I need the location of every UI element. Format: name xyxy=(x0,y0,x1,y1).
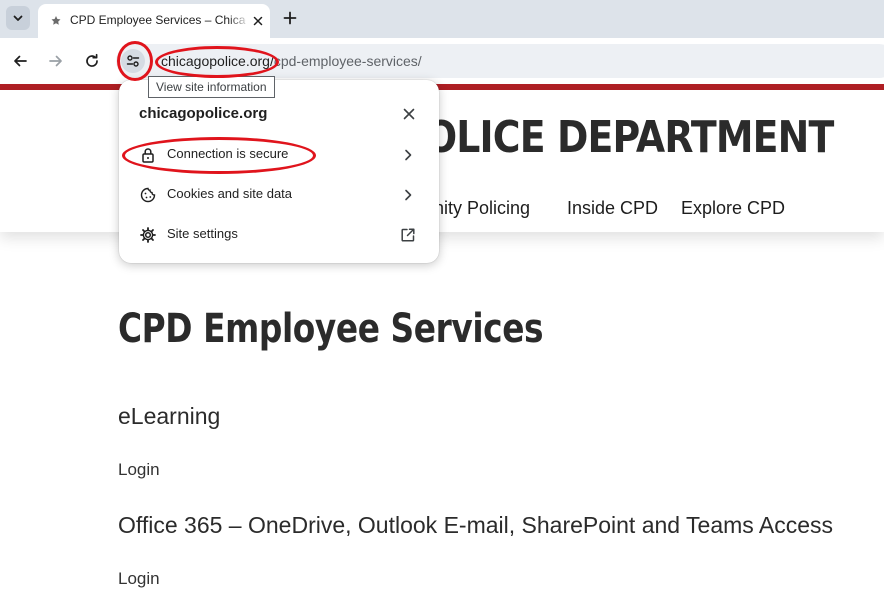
new-tab-button[interactable] xyxy=(280,8,300,28)
site-settings-label: Site settings xyxy=(167,226,238,241)
elearning-login-link[interactable]: Login xyxy=(118,460,160,480)
site-info-tooltip: View site information xyxy=(148,76,275,98)
tab-search-button[interactable] xyxy=(6,6,30,30)
url-host: chicagopolice.org/ xyxy=(161,53,274,69)
lock-icon xyxy=(139,146,157,164)
site-info-popup: chicagopolice.org Connection is secure C… xyxy=(119,80,439,263)
address-bar[interactable]: chicagopolice.org/cpd-employee-services/ xyxy=(116,44,884,78)
active-tab[interactable]: CPD Employee Services – Chicago Police D… xyxy=(38,4,270,38)
connection-secure-label: Connection is secure xyxy=(167,146,289,161)
open-external-icon xyxy=(399,226,417,244)
chevron-right-icon xyxy=(399,186,417,204)
forward-button[interactable] xyxy=(44,49,68,73)
section-heading-elearning: eLearning xyxy=(118,403,221,429)
cookies-site-data-item[interactable]: Cookies and site data xyxy=(119,175,439,215)
site-title[interactable]: OLICE DEPARTMENT xyxy=(425,112,834,163)
chevron-right-icon xyxy=(399,146,417,164)
tab-title-fade xyxy=(228,10,250,30)
gear-icon xyxy=(139,226,157,244)
office365-login-link[interactable]: Login xyxy=(118,569,160,589)
back-button[interactable] xyxy=(8,49,32,73)
nav-item-inside-cpd[interactable]: Inside CPD xyxy=(567,198,658,219)
url-text[interactable]: chicagopolice.org/cpd-employee-services/ xyxy=(161,53,422,69)
site-settings-item[interactable]: Site settings xyxy=(119,215,439,255)
chevron-down-icon xyxy=(13,15,23,21)
arrow-left-icon xyxy=(14,55,27,67)
connection-secure-item[interactable]: Connection is secure xyxy=(119,135,439,175)
tune-icon xyxy=(126,55,140,67)
tab-title: CPD Employee Services – Chicago Police D… xyxy=(70,13,246,27)
plus-icon xyxy=(283,11,297,25)
cookies-site-data-label: Cookies and site data xyxy=(167,186,293,201)
section-heading-office365: Office 365 – OneDrive, Outlook E-mail, S… xyxy=(118,512,834,538)
reload-icon xyxy=(86,53,98,67)
reload-button[interactable] xyxy=(80,49,104,73)
badge-favicon-icon xyxy=(51,16,61,25)
cookie-icon xyxy=(139,186,157,204)
url-path: cpd-employee-services/ xyxy=(273,53,422,69)
tab-close-button[interactable] xyxy=(250,13,266,29)
site-info-button[interactable] xyxy=(121,49,145,73)
toolbar: chicagopolice.org/cpd-employee-services/ xyxy=(0,38,884,84)
browser-window: CPD Employee Services – Chicago Police D… xyxy=(0,0,884,613)
close-icon xyxy=(253,16,263,26)
nav-item-explore-cpd[interactable]: Explore CPD xyxy=(681,198,785,219)
nav-item-community-policing[interactable]: unity Policing xyxy=(424,198,530,219)
popup-domain: chicagopolice.org xyxy=(139,105,268,122)
popup-close-button[interactable] xyxy=(399,104,419,124)
page-title: CPD Employee Services xyxy=(118,306,544,352)
tab-strip: CPD Employee Services – Chicago Police D… xyxy=(0,0,884,38)
close-icon xyxy=(403,108,415,120)
arrow-right-icon xyxy=(49,55,62,67)
